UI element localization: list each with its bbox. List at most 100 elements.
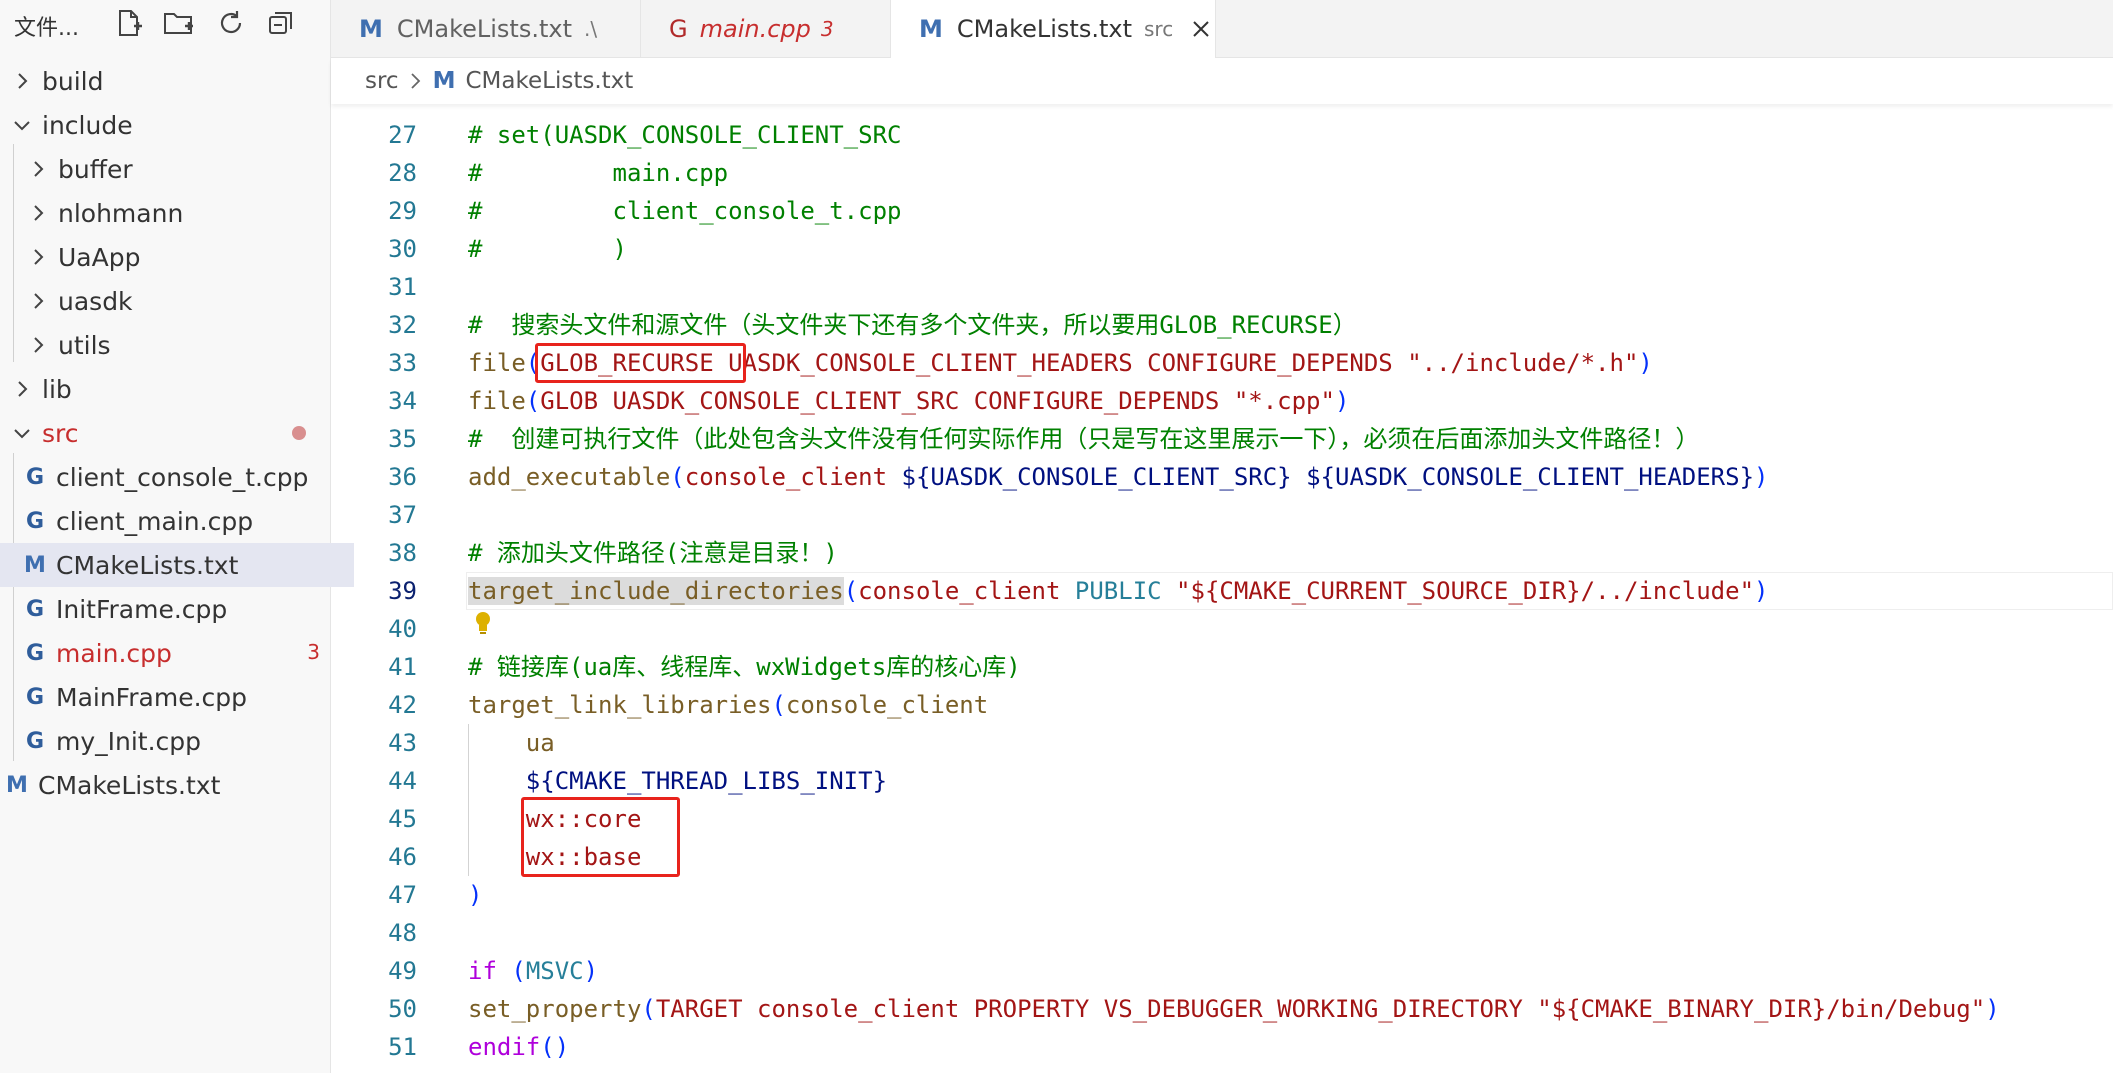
line-number: 31 [388, 273, 417, 301]
new-file-icon[interactable] [112, 6, 146, 40]
code-token: "*.cpp" [1233, 387, 1335, 415]
line-text: ua [468, 729, 555, 757]
editor-tab-bar: M CMakeLists.txt .\ G main.cpp 3 M CMake… [331, 0, 2113, 58]
line-text: ) [468, 881, 483, 909]
cpp-file-icon: G [25, 684, 45, 710]
line-number: 50 [388, 995, 417, 1023]
chevron-right-icon [34, 293, 44, 309]
code-line: 32 # 搜索头文件和源文件（头文件夹下还有多个文件夹，所以要用GLOB_RECU… [331, 306, 2113, 344]
cpp-file-icon: G [25, 596, 45, 622]
line-number: 27 [388, 121, 417, 149]
code-token: add_executable [468, 463, 671, 491]
code-line: 50 set_property(TARGET console_client PRO… [331, 990, 2113, 1028]
tree-folder-buffer[interactable]: buffer [0, 147, 358, 191]
tree-label: utils [58, 330, 111, 360]
code-token: console_client [684, 463, 902, 491]
tree-file-client-main[interactable]: G client_main.cpp [0, 499, 354, 543]
code-line: 29 # client_console_t.cpp [331, 192, 2113, 230]
tab-label: CMakeLists.txt [956, 15, 1132, 43]
tree-file-mainframe[interactable]: G MainFrame.cpp [0, 675, 354, 719]
code-token: ${UASDK_CONSOLE_CLIENT_HEADERS} [1306, 463, 1755, 491]
tree-file-cmakelists-root[interactable]: M CMakeLists.txt [0, 763, 336, 807]
cpp-file-icon: G [25, 508, 45, 534]
code-token: ${UASDK_CONSOLE_CLIENT_SRC} [901, 463, 1292, 491]
line-number: 51 [388, 1033, 417, 1061]
tab-label: main.cpp [699, 14, 811, 43]
code-line: 34 file(GLOB UASDK_CONSOLE_CLIENT_SRC CON… [331, 382, 2113, 420]
breadcrumb-folder[interactable]: src [365, 68, 399, 94]
tree-label: client_main.cpp [56, 506, 254, 536]
code-token: file [468, 387, 526, 415]
code-token: console_client [785, 691, 989, 719]
code-line: 38 # 添加头文件路径(注意是目录！) [331, 534, 2113, 572]
line-number: 46 [388, 843, 417, 871]
tree-label: CMakeLists.txt [56, 550, 239, 580]
line-number: 43 [388, 729, 417, 757]
tree-file-main[interactable]: G main.cpp 3 [0, 631, 354, 675]
line-text: # client_console_t.cpp [468, 197, 902, 225]
code-token: if [468, 957, 497, 985]
new-folder-icon[interactable] [162, 6, 196, 40]
tree-folder-uasdk[interactable]: uasdk [0, 279, 358, 323]
annotation-box-glob-recurse [535, 343, 746, 383]
collapse-all-icon[interactable] [264, 6, 298, 40]
code-editor[interactable]: 27 # set(UASDK_CONSOLE_CLIENT_SRC 28 # mai… [331, 104, 2113, 1073]
line-number: 40 [388, 615, 417, 643]
code-token: ) [1754, 463, 1769, 491]
breadcrumb-file[interactable]: CMakeLists.txt [465, 68, 633, 94]
line-number: 48 [388, 919, 417, 947]
tree-folder-uaapp[interactable]: UaApp [0, 235, 358, 279]
line-number: 32 [388, 311, 417, 339]
tree-file-cmakelists-src[interactable]: M CMakeLists.txt [0, 543, 354, 587]
line-number: 34 [388, 387, 417, 415]
tree-label: src [42, 418, 79, 448]
tree-folder-nlohmann[interactable]: nlohmann [0, 191, 358, 235]
explorer-header: 文件... [0, 0, 330, 46]
tree-folder-src[interactable]: src [0, 411, 342, 455]
close-icon[interactable] [1191, 19, 1211, 39]
cpp-file-icon: G [25, 728, 45, 754]
tree-file-my-init[interactable]: G my_Init.cpp [0, 719, 354, 763]
line-text: # set(UASDK_CONSOLE_CLIENT_SRC [468, 121, 902, 149]
line-text: # 创建可执行文件（此处包含头文件没有任何实际作用（只是写在这里展示一下），必须… [468, 425, 1700, 453]
line-number: 33 [388, 349, 417, 377]
tree-label: buffer [58, 154, 133, 184]
refresh-icon[interactable] [214, 6, 248, 40]
tree-file-client-console-t[interactable]: G client_console_t.cpp [0, 455, 354, 499]
code-token: target_include_directories [468, 577, 844, 605]
tab-cmakelists-root[interactable]: M CMakeLists.txt .\ [331, 0, 641, 57]
line-number: 35 [388, 425, 417, 453]
cmake-file-icon: M [432, 68, 456, 94]
code-token: PUBLIC [1074, 577, 1162, 605]
code-line: 28 # main.cpp [331, 154, 2113, 192]
chevron-right-icon [18, 381, 28, 397]
tree-label: client_console_t.cpp [56, 462, 309, 492]
cmake-file-icon: M [24, 552, 46, 578]
chevron-right-icon [34, 161, 44, 177]
tab-cmakelists-src[interactable]: M CMakeLists.txt src [891, 0, 1216, 58]
cmake-file-icon: M [6, 772, 28, 798]
chevron-down-icon [14, 121, 30, 131]
code-token: file [468, 349, 526, 377]
code-line: 44 ${CMAKE_THREAD_LIBS_INIT} [331, 762, 2113, 800]
line-text: # 添加头文件路径(注意是目录！) [468, 539, 838, 567]
line-number: 39 [388, 577, 417, 605]
tree-folder-build[interactable]: build [0, 59, 342, 103]
tree-label: include [42, 110, 133, 140]
chevron-right-icon [410, 73, 420, 89]
tree-label: MainFrame.cpp [56, 682, 248, 712]
tree-folder-include[interactable]: include [0, 103, 342, 147]
tree-file-initframe[interactable]: G InitFrame.cpp [0, 587, 354, 631]
line-number: 45 [388, 805, 417, 833]
tab-main-cpp[interactable]: G main.cpp 3 [641, 0, 891, 57]
code-token: TARGET console_client PROPERTY VS_DEBUGG… [655, 995, 1538, 1023]
line-text: ${CMAKE_THREAD_LIBS_INIT} [468, 767, 888, 795]
line-number: 41 [388, 653, 417, 681]
lightbulb-icon[interactable] [473, 610, 493, 636]
code-line: 30 # ) [331, 230, 2113, 268]
line-number: 49 [388, 957, 417, 985]
tree-folder-utils[interactable]: utils [0, 323, 358, 367]
code-line: 31 [331, 268, 2113, 306]
tree-folder-lib[interactable]: lib [0, 367, 342, 411]
